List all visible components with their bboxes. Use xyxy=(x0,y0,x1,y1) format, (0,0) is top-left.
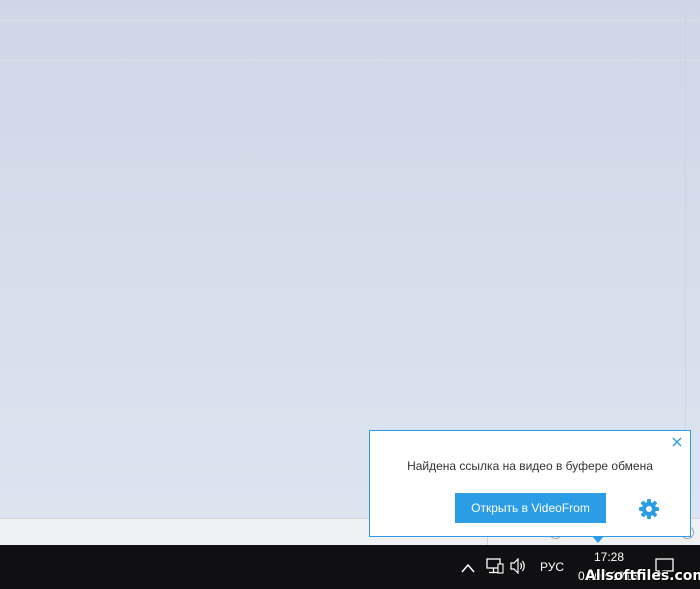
language-indicator[interactable]: РУС xyxy=(540,560,564,574)
open-in-videofrom-button[interactable]: Открыть в VideoFrom xyxy=(455,493,606,523)
volume-icon[interactable] xyxy=(510,557,528,579)
close-icon[interactable] xyxy=(670,435,684,449)
desktop-faint-lines xyxy=(0,0,700,80)
chevron-up-icon[interactable] xyxy=(461,560,475,578)
notification-message: Найдена ссылка на видео в буфере обмена xyxy=(407,459,653,473)
videofrom-notification: Найдена ссылка на видео в буфере обмена … xyxy=(369,430,691,543)
clock-time[interactable]: 17:28 xyxy=(594,550,624,564)
notification-pointer xyxy=(592,536,604,543)
watermark: Allsoftfiles.com xyxy=(585,568,700,584)
gear-icon[interactable] xyxy=(638,498,660,520)
network-icon[interactable] xyxy=(486,558,504,579)
